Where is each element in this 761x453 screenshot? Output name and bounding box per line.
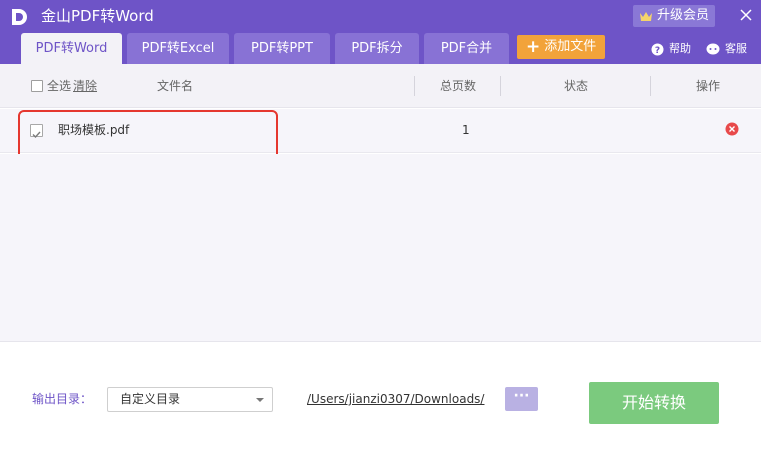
plus-icon: + (526, 37, 541, 57)
file-list-header (0, 64, 761, 108)
status-header: 状态 (564, 79, 589, 93)
tab-pdf-merge[interactable]: PDF合并 (424, 33, 509, 64)
output-dir-label: 输出目录： (32, 392, 93, 406)
tab-pdf-to-ppt[interactable]: PDF转PPT (234, 33, 330, 64)
clear-link[interactable]: 清除 (73, 78, 97, 94)
svg-text:?: ? (655, 46, 660, 56)
close-icon[interactable] (739, 8, 753, 22)
tab-pdf-to-word[interactable]: PDF转Word (21, 33, 122, 64)
select-all-label[interactable]: 全选 (47, 78, 71, 94)
delete-icon[interactable] (725, 122, 739, 136)
tab-pdf-to-excel[interactable]: PDF转Excel (127, 33, 229, 64)
app-logo-icon (12, 9, 27, 25)
file-page-count: 1 (462, 123, 470, 137)
output-dir-select-value: 自定义目录 (120, 392, 181, 406)
help-icon: ? (651, 43, 664, 56)
help-label: 帮助 (669, 42, 691, 55)
output-dir-select[interactable]: 自定义目录 (107, 387, 273, 412)
service-label: 客服 (725, 42, 747, 55)
crown-icon (640, 11, 652, 21)
chevron-down-icon (256, 398, 264, 402)
file-list-empty-area (0, 154, 761, 342)
start-convert-button[interactable]: 开始转换 (589, 382, 719, 424)
browse-folder-button[interactable]: ··· (505, 387, 538, 411)
output-path-link[interactable]: /Users/jianzi0307/Downloads/ (307, 391, 484, 407)
column-divider (650, 76, 651, 96)
upgrade-vip-button[interactable]: 升级会员 (633, 5, 715, 27)
select-all-checkbox[interactable] (31, 80, 43, 92)
help-button[interactable]: ? 帮助 (651, 41, 691, 57)
column-divider (500, 76, 501, 96)
pages-header: 总页数 (440, 79, 477, 93)
app-title: 金山PDF转Word (41, 7, 154, 25)
filename-header: 文件名 (157, 79, 194, 93)
upgrade-vip-label: 升级会员 (657, 8, 710, 23)
add-file-label: 添加文件 (544, 39, 597, 54)
chat-icon (706, 43, 720, 54)
tab-pdf-split[interactable]: PDF拆分 (335, 33, 419, 64)
highlight-annotation (18, 110, 278, 160)
add-file-button[interactable]: + 添加文件 (517, 35, 605, 59)
action-header: 操作 (696, 79, 721, 93)
customer-service-button[interactable]: 客服 (706, 41, 747, 57)
column-divider (414, 76, 415, 96)
